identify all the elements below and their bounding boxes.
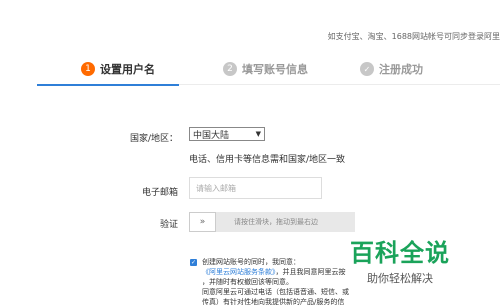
step-progress-track	[179, 84, 500, 85]
step-label-1: 设置用户名	[100, 63, 155, 76]
watermark-title: 百科全说	[350, 239, 450, 267]
step-progress-active	[37, 84, 179, 86]
step-success: ✓ 注册成功	[360, 56, 423, 82]
step-number-2: 2	[223, 62, 237, 76]
watermark-logo: 百科全说 助你轻松解决	[340, 233, 460, 286]
slider-hint: 请按住滑块，拖动到最右边	[234, 218, 318, 226]
agreement-line-3: ，并随时有权撤回该等同意。	[202, 278, 293, 286]
slider-handle[interactable]: »	[189, 212, 216, 232]
step-label-2: 填写账号信息	[242, 63, 308, 76]
step-label-3: 注册成功	[379, 63, 423, 76]
terms-link[interactable]: 《阿里云网站服务条款》	[202, 268, 276, 276]
registration-steps: 1 设置用户名 2 填写账号信息 ✓ 注册成功	[37, 56, 500, 87]
agreement-line-2: 《阿里云网站服务条款》，并且我同意阿里云按	[202, 267, 352, 277]
step-number-1: 1	[81, 62, 95, 76]
step-fill-info: 2 填写账号信息	[223, 56, 308, 82]
country-hint: 电话、信用卡等信息需和国家/地区一致	[189, 155, 346, 165]
email-label: 电子邮箱	[141, 188, 178, 198]
chevron-down-icon: ▼	[255, 130, 261, 138]
country-label: 国家/地区：	[129, 134, 178, 144]
agreement-line-1: 创建网站账号的同时，我同意：	[202, 258, 300, 266]
verify-label: 验证	[159, 220, 178, 230]
top-notice: 如支付宝、淘宝、1688网站帐号可同步登录阿里	[327, 32, 500, 41]
step-set-username: 1 设置用户名	[81, 56, 155, 82]
agreement-line-4: 同意阿里云可通过电话（包括语音通、短信、或传真）有针对性地向我提供新的产品/服务…	[202, 288, 349, 306]
watermark-subtitle: 助你轻松解决	[367, 272, 433, 285]
verify-slider[interactable]: » 请按住滑块，拖动到最右边	[189, 212, 355, 232]
agreement-line-2-text: ，并且我同意阿里云按	[275, 268, 346, 276]
country-select-value: 中国大陆	[193, 130, 230, 141]
check-icon: ✓	[360, 62, 374, 76]
agreement-text: 创建网站账号的同时，我同意： 《阿里云网站服务条款》，并且我同意阿里云按 ，并随…	[202, 257, 352, 308]
agreement-checkbox[interactable]: ✓	[190, 259, 197, 266]
country-select[interactable]: 中国大陆 ▼	[189, 127, 265, 141]
email-field[interactable]: 请输入邮箱	[189, 177, 322, 199]
